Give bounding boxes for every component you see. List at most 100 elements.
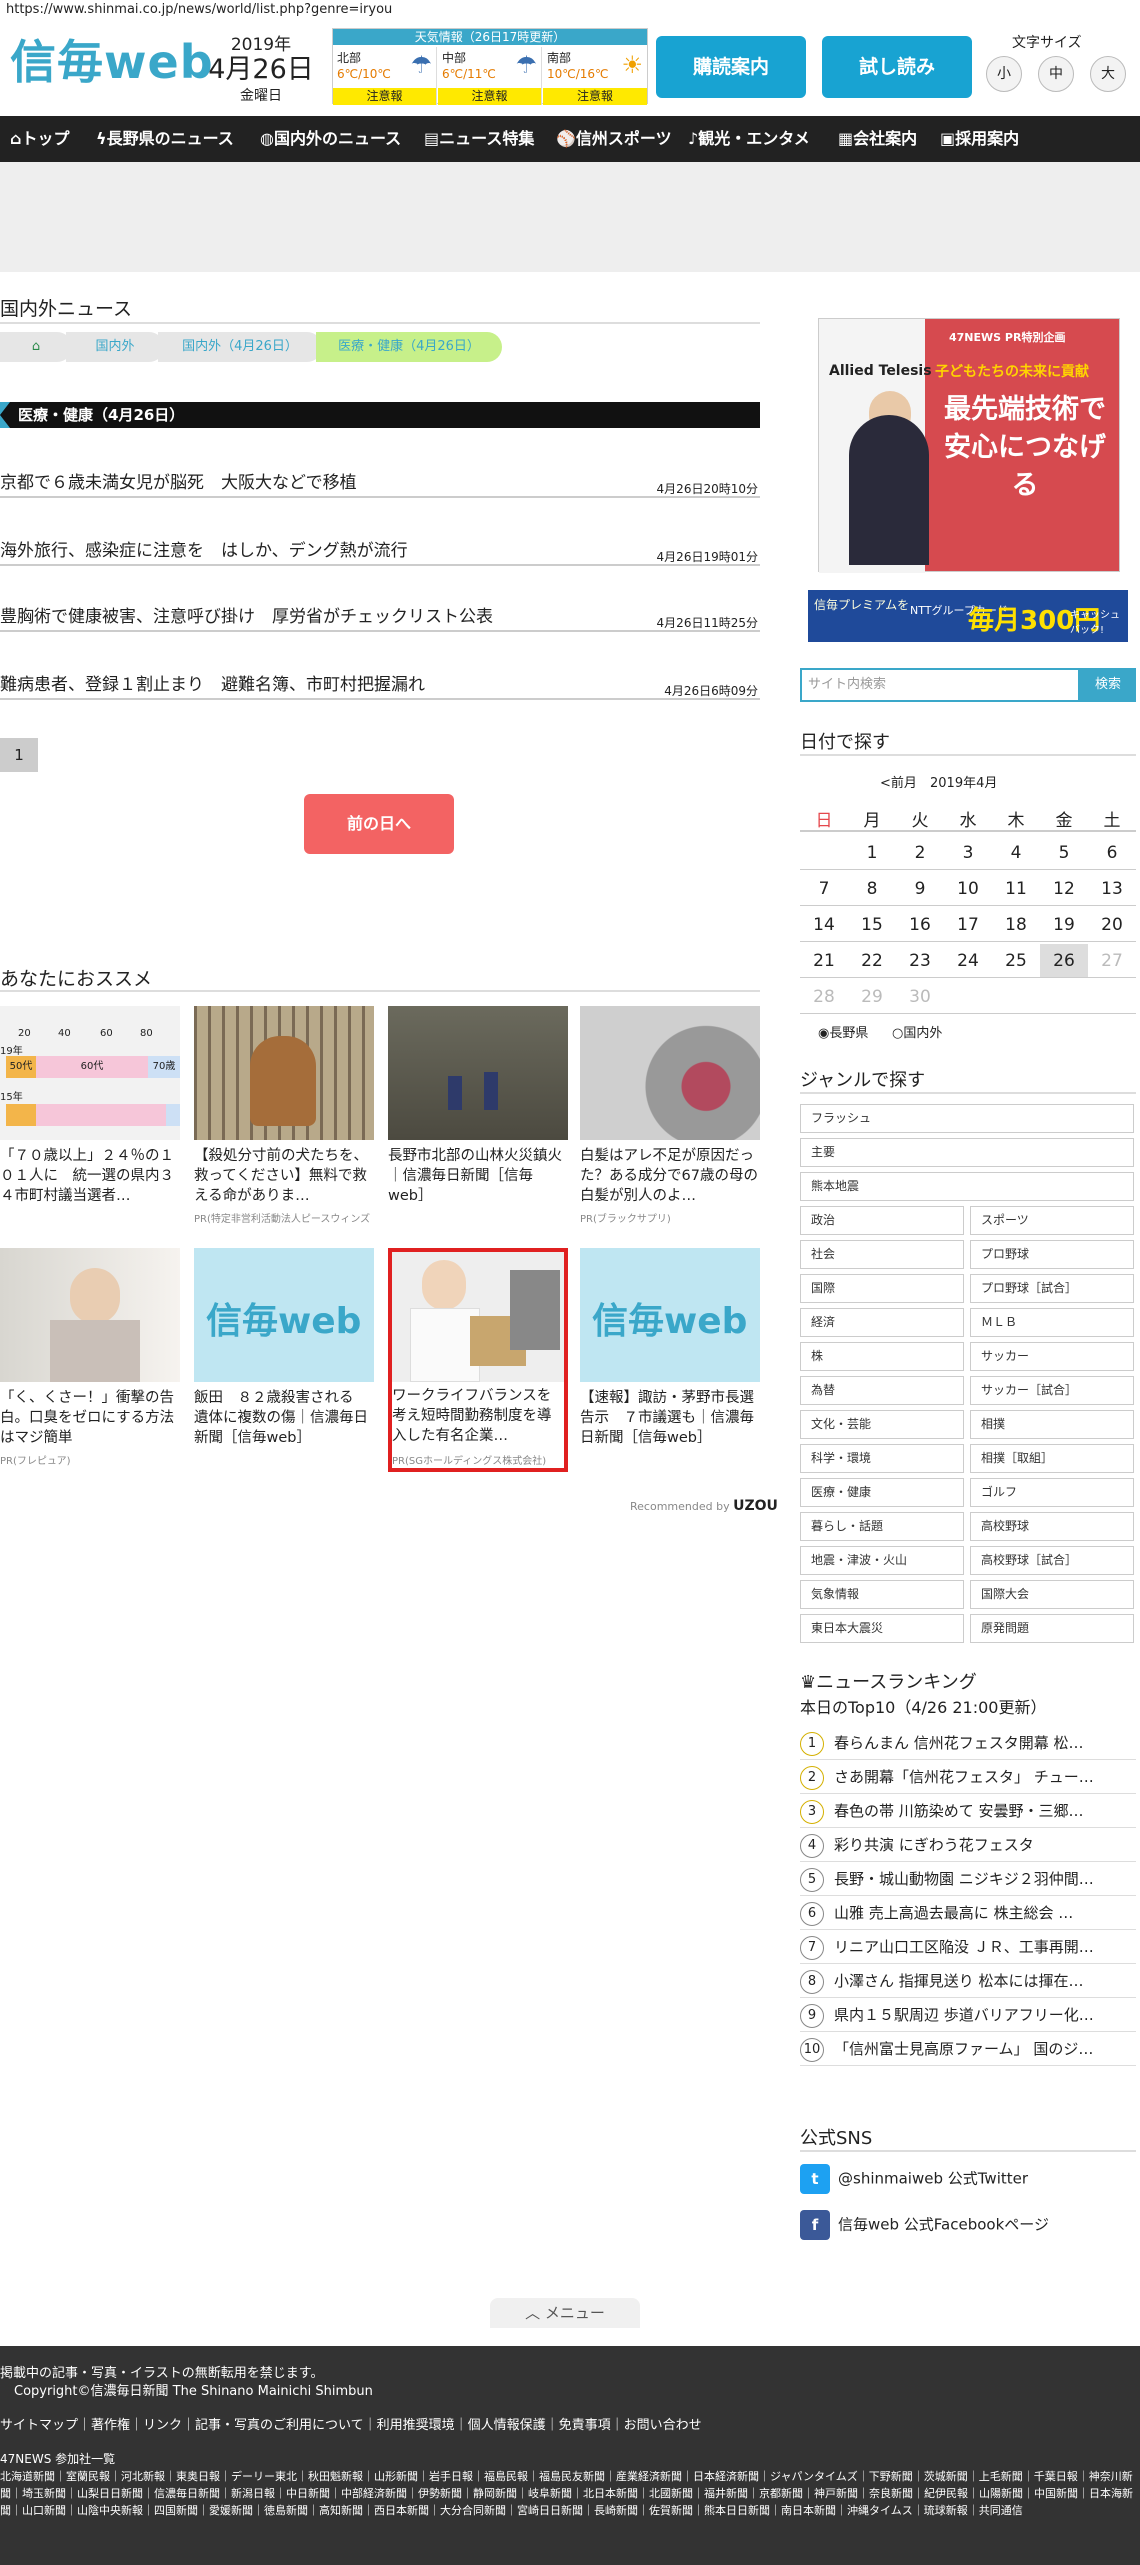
ranking-item[interactable]: 9 県内１５駅周辺 歩道バリアフリー化… — [800, 1998, 1136, 2032]
rank-title[interactable]: 長野・城山動物園 ニジキジ２羽仲間… — [834, 1868, 1134, 1889]
calendar-day[interactable]: 7 — [800, 872, 848, 906]
genre-item[interactable]: プロ野球 — [970, 1240, 1134, 1269]
ranking-item[interactable]: 4 彩り共演 にぎわう花フェスタ — [800, 1828, 1136, 1862]
recommend-card[interactable]: 白髪はアレ不足が原因だった？ある成分で67歳の母の白髪が別人のよ… PR(ブラッ… — [580, 1006, 760, 1225]
genre-item[interactable]: サッカー — [970, 1342, 1134, 1371]
ranking-item[interactable]: 5 長野・城山動物園 ニジキジ２羽仲間… — [800, 1862, 1136, 1896]
calendar-day[interactable]: 3 — [944, 836, 992, 870]
ranking-item[interactable]: 7 リニア山口工区陥没 ＪＲ、工事再開… — [800, 1930, 1136, 1964]
calendar-day[interactable]: 6 — [1088, 836, 1136, 870]
genre-item[interactable]: 高校野球 — [970, 1512, 1134, 1541]
menu-toggle[interactable]: ︿ メニュー — [490, 2298, 640, 2328]
calendar-day[interactable]: 2 — [896, 836, 944, 870]
nav-features[interactable]: ▤ニュース特集 — [424, 116, 534, 162]
weather-central[interactable]: 中部 6℃/11℃ ☂ 注意報 — [438, 47, 542, 105]
genre-item[interactable]: 相撲［取組］ — [970, 1444, 1134, 1473]
recommend-text[interactable]: 【速報】諏訪・茅野市長選告示 ７市議選も｜信濃毎日新聞［信毎web］ — [580, 1388, 760, 1450]
radio-nagano[interactable]: ◉長野県 — [818, 1022, 868, 1041]
article-title[interactable]: 京都で６歳未満女児が脳死 大阪大などで移植 — [0, 468, 357, 493]
footer-links[interactable]: サイトマップ｜著作権｜リンク｜記事・写真のご利用について｜利用推奨環境｜個人情報… — [0, 2414, 702, 2433]
genre-item[interactable]: 暮らし・話題 — [800, 1512, 964, 1541]
ranking-item[interactable]: 8 小澤さん 指揮見送り 松本には揮在… — [800, 1964, 1136, 1998]
nav-company[interactable]: ▦会社案内 — [838, 116, 917, 162]
genre-item[interactable]: ＭＬＢ — [970, 1308, 1134, 1337]
facebook-link[interactable]: f 信毎web 公式Facebookページ — [800, 2210, 1049, 2240]
ranking-item[interactable]: 2 さあ開幕「信州花フェスタ」 チュー… — [800, 1760, 1136, 1794]
calendar-day[interactable]: 24 — [944, 944, 992, 978]
genre-item[interactable]: 文化・芸能 — [800, 1410, 964, 1439]
genre-item[interactable]: 熊本地震 — [800, 1172, 1134, 1201]
weather-box[interactable]: 天気情報（26日17時更新） 北部 6℃/10℃ ☂ 注意報 中部 6℃/11℃… — [332, 28, 648, 105]
genre-item[interactable]: 科学・環境 — [800, 1444, 964, 1473]
font-medium-button[interactable]: 中 — [1038, 56, 1074, 92]
breadcrumb-home[interactable]: ⌂ — [0, 332, 72, 362]
genre-item[interactable]: スポーツ — [970, 1206, 1134, 1235]
search-input[interactable]: サイト内検索 — [800, 668, 1080, 702]
recommended-by[interactable]: Recommended by UZOU — [630, 1498, 778, 1514]
calendar-day[interactable]: 26 — [1040, 944, 1088, 978]
rank-title[interactable]: さあ開幕「信州花フェスタ」 チュー… — [834, 1766, 1134, 1787]
article-title[interactable]: 海外旅行、感染症に注意を はしか、デング熱が流行 — [0, 536, 408, 561]
calendar-day[interactable]: 18 — [992, 908, 1040, 942]
prev-day-button[interactable]: 前の日へ — [304, 794, 454, 854]
article-row[interactable]: 海外旅行、感染症に注意を はしか、デング熱が流行 4月26日19時01分 — [0, 536, 760, 566]
calendar-day[interactable]: 25 — [992, 944, 1040, 978]
nav-tourism[interactable]: ♪観光・エンタメ — [688, 116, 810, 162]
weather-south[interactable]: 南部 10℃/16℃ ☀ 注意報 — [543, 47, 647, 105]
genre-item[interactable]: ゴルフ — [970, 1478, 1134, 1507]
page-number[interactable]: 1 — [0, 738, 38, 772]
genre-item[interactable]: 東日本大震災 — [800, 1614, 964, 1643]
calendar-day[interactable]: 16 — [896, 908, 944, 942]
rank-title[interactable]: 彩り共演 にぎわう花フェスタ — [834, 1834, 1134, 1855]
genre-item[interactable]: 社会 — [800, 1240, 964, 1269]
genre-item[interactable]: 主要 — [800, 1138, 1134, 1167]
genre-item[interactable]: サッカー［試合］ — [970, 1376, 1134, 1405]
article-row[interactable]: 京都で６歳未満女児が脳死 大阪大などで移植 4月26日20時10分 — [0, 468, 760, 498]
font-large-button[interactable]: 大 — [1090, 56, 1126, 92]
ranking-item[interactable]: 10 「信州富士見高原ファーム」 国のジ… — [800, 2032, 1136, 2066]
nav-nagano[interactable]: ϟ長野県のニュース — [96, 116, 234, 162]
genre-item[interactable]: 経済 — [800, 1308, 964, 1337]
genre-item[interactable]: 株 — [800, 1342, 964, 1371]
twitter-link[interactable]: t @shinmaiweb 公式Twitter — [800, 2164, 1028, 2194]
genre-item[interactable]: 高校野球［試合］ — [970, 1546, 1134, 1575]
search-button[interactable]: 検索 — [1080, 668, 1136, 702]
genre-item[interactable]: 国際 — [800, 1274, 964, 1303]
article-row[interactable]: 難病患者、登録１割止まり 避難名簿、市町村把握漏れ 4月26日6時09分 — [0, 670, 760, 700]
ranking-item[interactable]: 6 山雅 売上高過去最高に 株主総会 … — [800, 1896, 1136, 1930]
subscribe-button[interactable]: 購読案内 — [656, 36, 806, 98]
recommend-card[interactable]: 20 40 60 80 19年 50代 60代 70歳 15年 「７０歳以上」２… — [0, 1006, 180, 1216]
genre-item[interactable]: プロ野球［試合］ — [970, 1274, 1134, 1303]
ranking-item[interactable]: 1 春らんまん 信州花フェスタ開幕 松… — [800, 1726, 1136, 1760]
rank-title[interactable]: 春らんまん 信州花フェスタ開幕 松… — [834, 1732, 1134, 1753]
footer-members[interactable]: 北海道新聞｜室蘭民報｜河北新報｜東奥日報｜デーリー東北｜秋田魁新報｜山形新聞｜岩… — [0, 2468, 1140, 2519]
calendar-day[interactable]: 4 — [992, 836, 1040, 870]
weather-north[interactable]: 北部 6℃/10℃ ☂ 注意報 — [333, 47, 437, 105]
recommend-text[interactable]: 【殺処分寸前の犬たちを、救ってください】無料で救える命がありま… — [194, 1146, 374, 1208]
genre-item[interactable]: 国際大会 — [970, 1580, 1134, 1609]
nav-top[interactable]: ⌂トップ — [10, 116, 69, 162]
nav-domestic-intl[interactable]: ◍国内外のニュース — [260, 116, 401, 162]
calendar-day[interactable]: 15 — [848, 908, 896, 942]
genre-item[interactable]: 原発問題 — [970, 1614, 1134, 1643]
calendar-day[interactable]: 14 — [800, 908, 848, 942]
calendar-day[interactable]: 19 — [1040, 908, 1088, 942]
recommend-card[interactable]: 長野市北部の山林火災鎮火｜信濃毎日新聞［信毎web］ — [388, 1006, 568, 1216]
recommend-card[interactable]: 信毎web 飯田 ８２歳殺害される 遺体に複数の傷｜信濃毎日新聞［信毎web］ — [194, 1248, 374, 1458]
genre-item[interactable]: 為替 — [800, 1376, 964, 1405]
calendar-day[interactable]: 11 — [992, 872, 1040, 906]
recommend-text[interactable]: 飯田 ８２歳殺害される 遺体に複数の傷｜信濃毎日新聞［信毎web］ — [194, 1388, 374, 1450]
ranking-item[interactable]: 3 春色の帯 川筋染めて 安曇野・三郷… — [800, 1794, 1136, 1828]
genre-item[interactable]: 相撲 — [970, 1410, 1134, 1439]
recommend-text[interactable]: 長野市北部の山林火災鎮火｜信濃毎日新聞［信毎web］ — [388, 1146, 568, 1208]
trial-button[interactable]: 試し読み — [822, 36, 972, 98]
calendar-day[interactable]: 20 — [1088, 908, 1136, 942]
breadcrumb-item[interactable]: 国内外 — [66, 332, 164, 362]
rank-title[interactable]: 春色の帯 川筋染めて 安曇野・三郷… — [834, 1800, 1134, 1821]
recommend-card[interactable]: 「く、くさー！」衝撃の告白。口臭をゼロにする方法はマジ簡単 PR(フレピュア) — [0, 1248, 180, 1467]
calendar-day[interactable]: 21 — [800, 944, 848, 978]
genre-item[interactable]: 医療・健康 — [800, 1478, 964, 1507]
calendar-day[interactable]: 10 — [944, 872, 992, 906]
calendar-day[interactable]: 22 — [848, 944, 896, 978]
calendar-day[interactable]: 9 — [896, 872, 944, 906]
